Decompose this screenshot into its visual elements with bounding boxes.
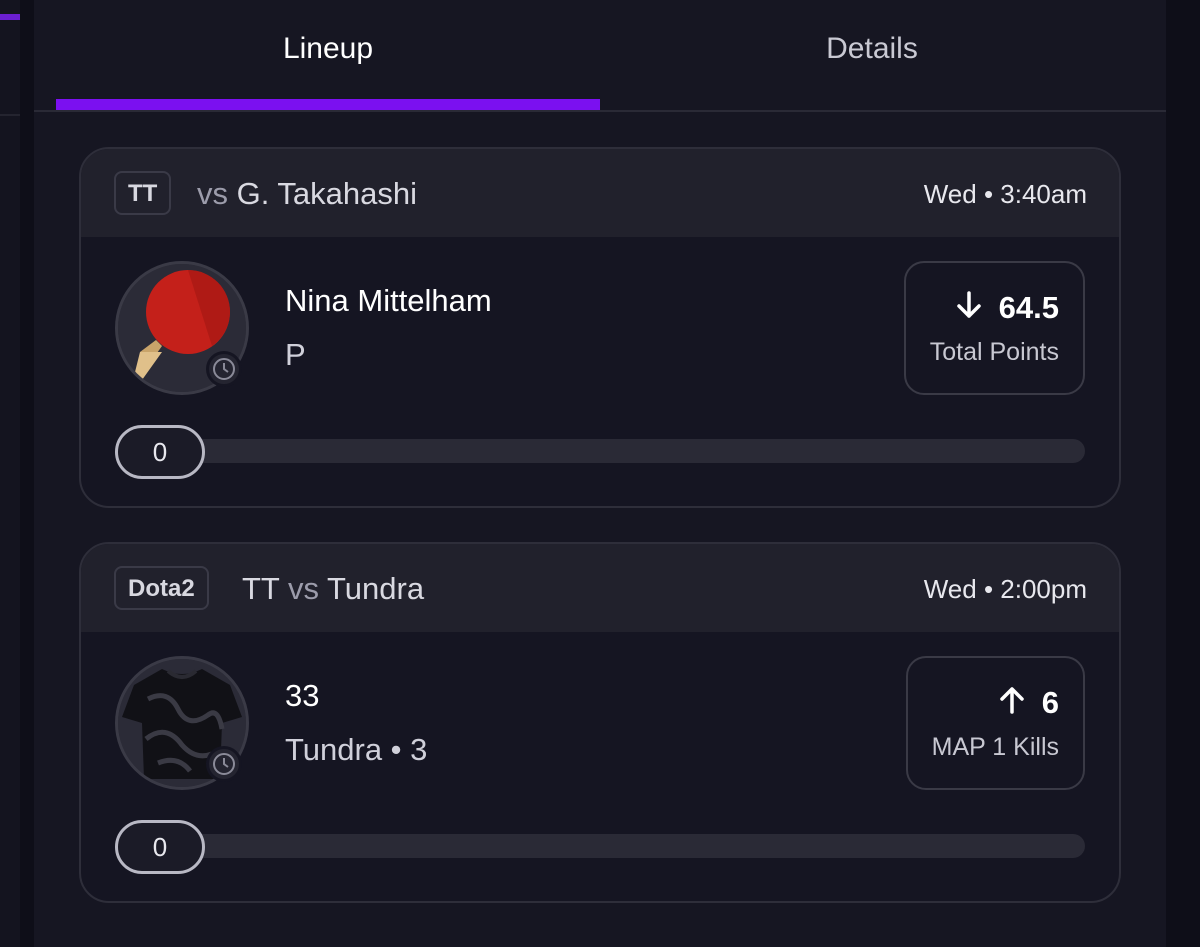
team-name: TT bbox=[242, 571, 280, 606]
clock-icon bbox=[206, 351, 242, 387]
arrow-down-icon bbox=[955, 287, 983, 333]
left-edge-accent bbox=[0, 14, 20, 20]
projection-value: 6 bbox=[1041, 685, 1059, 720]
clock-icon bbox=[206, 746, 242, 782]
matchup-label: TT vs Tundra bbox=[242, 569, 424, 609]
right-edge-background bbox=[1166, 0, 1200, 947]
player-name: Nina Mittelham bbox=[285, 283, 492, 318]
vs-label: vs bbox=[197, 176, 228, 211]
progress-track bbox=[115, 834, 1085, 858]
opponent-name: Tundra bbox=[327, 571, 425, 606]
projection-box[interactable]: 6 MAP 1 Kills bbox=[905, 656, 1085, 790]
active-tab-indicator bbox=[56, 99, 600, 110]
arrow-up-icon bbox=[998, 682, 1026, 728]
game-time: Wed • 3:40am bbox=[923, 179, 1087, 209]
projection-value: 64.5 bbox=[998, 290, 1059, 325]
pick-card-table-tennis[interactable]: TT vs G. Takahashi Wed • 3:40am Nina Mit… bbox=[79, 147, 1121, 508]
pick-card-dota2[interactable]: Dota2 TT vs Tundra Wed • 2:00pm 33 Tundr… bbox=[79, 542, 1121, 903]
progress-value: 0 bbox=[115, 425, 205, 479]
projection-label: Total Points bbox=[929, 337, 1059, 366]
matchup-label: vs G. Takahashi bbox=[197, 174, 417, 214]
projection-box[interactable]: 64.5 Total Points bbox=[903, 261, 1085, 395]
progress-track bbox=[115, 439, 1085, 463]
vs-label: vs bbox=[287, 571, 319, 606]
tab-bar: Lineup Details bbox=[34, 0, 1166, 112]
left-edge-panel bbox=[0, 0, 20, 947]
player-team-info: Tundra • 3 bbox=[285, 732, 428, 767]
lineup-panel: Lineup Details TT vs G. Takahashi Wed • … bbox=[34, 0, 1166, 947]
progress-value: 0 bbox=[115, 820, 205, 874]
projection-label: MAP 1 Kills bbox=[931, 732, 1059, 761]
card-header: Dota2 TT vs Tundra Wed • 2:00pm bbox=[81, 544, 1119, 632]
player-name: 33 bbox=[285, 678, 320, 713]
player-position: P bbox=[285, 337, 306, 372]
league-tag: TT bbox=[114, 171, 172, 215]
opponent-name: G. Takahashi bbox=[236, 176, 417, 211]
league-tag: Dota2 bbox=[114, 566, 209, 610]
game-time: Wed • 2:00pm bbox=[923, 574, 1087, 604]
tab-lineup[interactable]: Lineup bbox=[56, 0, 600, 110]
card-header: TT vs G. Takahashi Wed • 3:40am bbox=[81, 149, 1119, 237]
left-edge-divider bbox=[0, 114, 20, 116]
tab-details[interactable]: Details bbox=[600, 0, 1144, 110]
